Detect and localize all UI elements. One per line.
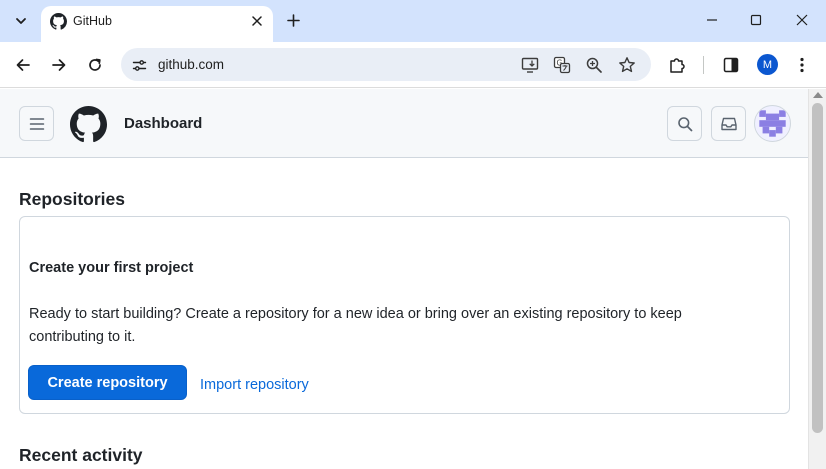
card-title: Create your first project bbox=[29, 260, 194, 276]
scrollbar-thumb[interactable] bbox=[812, 103, 823, 433]
side-panel-icon bbox=[723, 57, 739, 73]
hamburger-menu-icon bbox=[29, 117, 44, 130]
minimize-icon bbox=[707, 19, 717, 21]
close-window-button[interactable] bbox=[787, 6, 817, 34]
new-tab-button[interactable] bbox=[282, 9, 304, 31]
url-text: github.com bbox=[158, 57, 225, 72]
puzzle-piece-icon bbox=[670, 58, 685, 73]
arrow-left-icon bbox=[16, 59, 30, 71]
inbox-icon bbox=[720, 117, 737, 130]
chevron-down-icon bbox=[16, 18, 26, 24]
browser-menu-button[interactable] bbox=[790, 53, 814, 77]
profile-avatar[interactable]: M bbox=[757, 54, 778, 75]
star-icon bbox=[619, 57, 635, 73]
toolbar-divider bbox=[703, 56, 704, 74]
extensions-button[interactable] bbox=[665, 53, 689, 77]
tune-icon bbox=[132, 59, 146, 71]
first-project-card: Create your first project Ready to start… bbox=[19, 216, 790, 414]
zoom-icon bbox=[586, 57, 602, 73]
global-nav-menu-button[interactable] bbox=[19, 106, 54, 141]
side-panel-button[interactable] bbox=[719, 53, 743, 77]
repositories-heading: Repositories bbox=[19, 189, 125, 209]
github-logo-icon[interactable] bbox=[70, 106, 107, 143]
user-avatar[interactable] bbox=[754, 105, 791, 142]
page-scrollbar[interactable] bbox=[808, 89, 826, 469]
page-title[interactable]: Dashboard bbox=[124, 115, 202, 132]
minimize-window-button[interactable] bbox=[697, 6, 727, 34]
close-icon bbox=[796, 14, 808, 26]
tab-search-button[interactable] bbox=[8, 8, 34, 34]
github-favicon-icon bbox=[50, 13, 67, 30]
translate-button[interactable]: G bbox=[551, 54, 573, 76]
browser-toolbar: github.com G M bbox=[0, 42, 826, 88]
install-app-icon bbox=[521, 57, 539, 73]
maximize-icon bbox=[750, 14, 762, 26]
card-description: Ready to start building? Create a reposi… bbox=[29, 306, 682, 345]
page-viewport: Dashboard Repositories Create your first… bbox=[0, 89, 808, 469]
close-icon bbox=[252, 16, 262, 26]
address-bar[interactable]: github.com G bbox=[121, 48, 651, 81]
more-vertical-icon bbox=[800, 57, 804, 73]
create-repository-button[interactable]: Create repository bbox=[28, 365, 187, 400]
forward-button[interactable] bbox=[46, 52, 72, 78]
reload-icon bbox=[89, 58, 101, 71]
identicon-icon bbox=[756, 107, 789, 140]
zoom-button[interactable] bbox=[583, 54, 605, 76]
search-icon bbox=[677, 116, 692, 131]
bookmark-button[interactable] bbox=[616, 54, 638, 76]
browser-tab-github[interactable]: GitHub bbox=[41, 6, 273, 42]
search-button[interactable] bbox=[667, 106, 702, 141]
plus-icon bbox=[286, 13, 300, 27]
back-button[interactable] bbox=[10, 52, 36, 78]
browser-tabstrip: GitHub bbox=[0, 0, 826, 42]
translate-icon: G bbox=[553, 56, 571, 74]
maximize-window-button[interactable] bbox=[741, 6, 771, 34]
tab-close-button[interactable] bbox=[249, 13, 265, 29]
recent-activity-heading: Recent activity bbox=[19, 445, 143, 465]
github-header: Dashboard bbox=[0, 89, 808, 158]
scroll-up-arrow-icon[interactable] bbox=[813, 92, 823, 98]
arrow-right-icon bbox=[52, 59, 66, 71]
site-info-button[interactable] bbox=[130, 56, 148, 74]
reload-button[interactable] bbox=[82, 52, 108, 78]
install-app-button[interactable] bbox=[519, 54, 541, 76]
tab-title: GitHub bbox=[73, 14, 112, 28]
import-repository-link[interactable]: Import repository bbox=[200, 377, 309, 393]
inbox-button[interactable] bbox=[711, 106, 746, 141]
